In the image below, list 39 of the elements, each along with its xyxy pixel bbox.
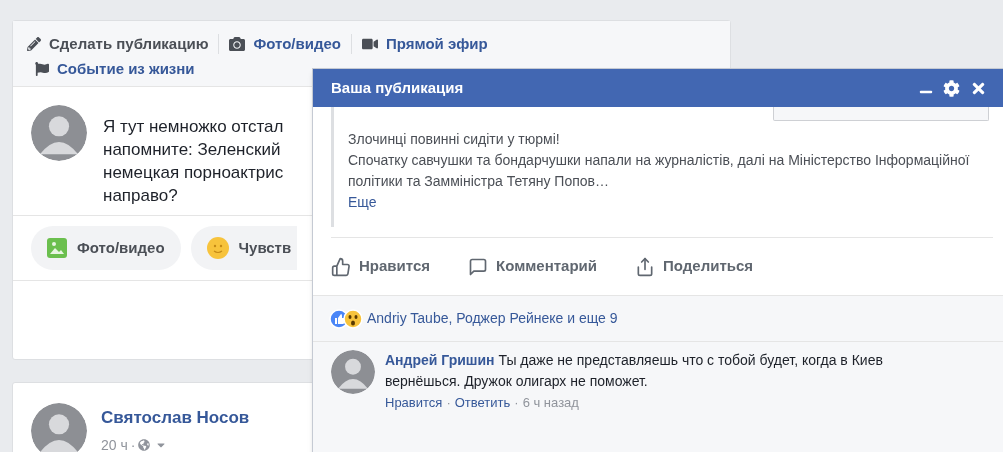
chat-title: Ваша публикация [331,77,465,98]
camera-icon [229,36,246,53]
status-text-line: направо? [103,185,179,207]
avatar-silhouette [331,350,375,394]
separator-dot: · [130,435,136,452]
status-text-line: немецкая порноактрис [103,162,284,184]
post-action-button[interactable]: Комментарий [468,255,598,278]
avatar-silhouette [31,105,87,161]
image-icon [47,238,67,258]
settings-icon[interactable] [943,79,960,97]
comment-time: 6 ч назад [522,394,579,412]
shared-post-text: Спочатку савчушки та бондарчушки напали на журналістів, далі на Міністерство Інформаційної політики та Замміністра Тетяну Попов… [348,151,971,191]
author-link[interactable]: Святослав Носов [101,405,250,431]
composer-action-button[interactable]: Фото/видео [31,226,181,270]
composer-tab[interactable]: Событие из жизни [27,57,195,80]
reactions-link[interactable]: Andriy Taube, Роджер Рейнеке и еще 9 [367,308,618,329]
composer-tab[interactable]: Прямой эфир [362,33,488,56]
more-link[interactable]: Еще [348,192,377,213]
composer-action-button[interactable]: Чувств [190,226,297,270]
comment-action-link[interactable]: Ответить [454,392,511,413]
separator-dot: · [446,394,451,412]
post-action-button[interactable]: Поделиться [635,255,754,278]
shared-post-text: Злочинці повинні сидіти у тюрмі! [348,130,561,149]
post-action-button[interactable]: Нравится [331,255,431,278]
speech-bubble-icon [468,256,489,277]
comment-text: Андрей Гришин Ты даже не представляешь что с тобой будет, когда в Киев вернёшься. Дружок олигарх не поможет. [385,351,884,391]
separator-dot: · [514,394,519,412]
flag-icon [35,61,49,76]
composer-tab[interactable]: Сделать публикацию [27,33,209,56]
globe-icon[interactable] [138,439,151,451]
composer-tab[interactable]: Фото/видео [229,33,341,56]
thumbs-up-icon [331,256,351,277]
smiley-icon [206,237,229,259]
reaction-icons [329,308,363,329]
status-text-line: напомните: Зеленский [103,139,282,161]
pencil-icon [27,37,41,52]
status-text-line: Я тут немножко отстал [103,116,284,138]
comment-action-link[interactable]: Нравится [385,392,443,413]
comment-author-link[interactable]: Андрей Гришин [385,352,495,368]
